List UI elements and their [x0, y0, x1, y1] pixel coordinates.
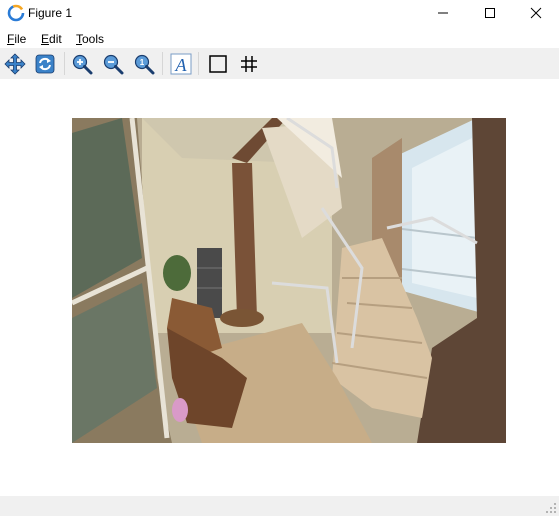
resize-grip-icon[interactable] [545, 502, 557, 514]
menu-file-label: ile [14, 32, 27, 46]
close-button[interactable] [513, 0, 559, 26]
app-logo-icon [7, 4, 25, 22]
maximize-icon [485, 8, 495, 18]
menu-tools[interactable]: Tools [76, 32, 104, 46]
grid-button[interactable] [236, 51, 262, 77]
zoom-fit-button[interactable]: 1 [131, 51, 157, 77]
zoom-out-icon [103, 54, 124, 75]
pan-icon [4, 53, 26, 75]
toolbar-separator [64, 52, 65, 75]
toolbar-separator [162, 52, 163, 75]
svg-text:1: 1 [140, 58, 145, 67]
text-button[interactable]: A [168, 51, 194, 77]
title-bar: Figure 1 [0, 0, 559, 26]
menu-edit-mnemonic: E [41, 32, 50, 46]
text-icon: A [170, 53, 192, 75]
rectangle-button[interactable] [205, 51, 231, 77]
minimize-icon [438, 12, 448, 14]
rectangle-icon [209, 55, 227, 73]
zoom-in-icon [72, 54, 93, 75]
menu-edit[interactable]: Edit [41, 32, 62, 46]
zoom-fit-icon: 1 [134, 54, 155, 75]
menu-tools-label: ools [82, 32, 105, 46]
minimize-button[interactable] [420, 0, 466, 26]
grid-icon [241, 56, 257, 72]
figure-canvas[interactable] [0, 79, 559, 496]
status-bar [0, 496, 559, 516]
zoom-out-button[interactable] [100, 51, 126, 77]
maximize-button[interactable] [467, 0, 513, 26]
toolbar-separator [198, 52, 199, 75]
pan-button[interactable] [2, 51, 28, 77]
svg-text:A: A [175, 55, 188, 75]
rotate-icon [35, 54, 55, 74]
staircase-room-photo [72, 118, 506, 443]
close-icon [530, 7, 542, 19]
zoom-in-button[interactable] [69, 51, 95, 77]
window-title: Figure 1 [28, 6, 73, 20]
menu-bar: File Edit Tools [0, 29, 559, 48]
menu-edit-label: dit [49, 32, 62, 46]
toolbar: 1 A [0, 48, 559, 79]
photo-drawing [72, 118, 506, 443]
rotate-button[interactable] [32, 51, 58, 77]
menu-file[interactable]: File [7, 32, 26, 46]
